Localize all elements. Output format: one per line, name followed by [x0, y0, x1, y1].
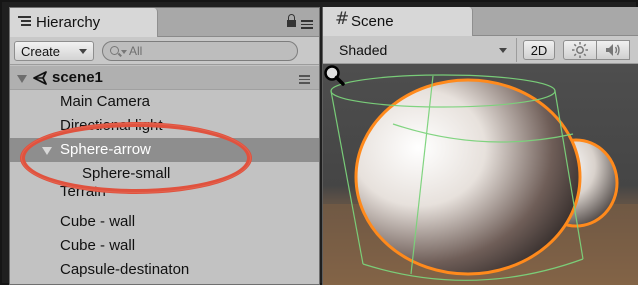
tab-hierarchy[interactable]: Hierarchy [10, 8, 158, 38]
panel-menu-icon[interactable] [301, 20, 313, 29]
unity-scene-icon [33, 71, 47, 85]
foldout-expanded-icon[interactable] [42, 147, 52, 155]
search-input[interactable] [129, 43, 289, 59]
list-item-label: Terrain [60, 186, 106, 200]
search-field[interactable] [102, 41, 298, 61]
scene-render [323, 64, 638, 285]
search-filter-dropdown-icon[interactable] [121, 50, 127, 54]
hierarchy-tree: scene1 Main Camera Directional light Sph… [10, 66, 319, 282]
scene-tabbar: # Scene [323, 7, 638, 37]
mode-2d-label: 2D [530, 43, 548, 58]
sun-icon [572, 42, 588, 58]
list-item-label: Main Camera [60, 93, 151, 110]
list-item-label: Cube - wall [60, 237, 136, 254]
create-button-label: Create [21, 44, 61, 59]
lighting-toggle[interactable] [563, 40, 597, 60]
list-item-label: Sphere-small [82, 165, 171, 182]
hierarchy-icon [18, 16, 31, 27]
scene-toolbar: Shaded 2D [323, 36, 638, 64]
create-dropdown-button[interactable]: Create [14, 41, 94, 61]
hierarchy-item-sphere-small[interactable]: Sphere-small [10, 162, 319, 186]
chevron-down-icon [79, 49, 87, 54]
hierarchy-tabbar: Hierarchy [10, 8, 319, 38]
mode-2d-toggle[interactable]: 2D [523, 40, 555, 60]
scene-menu-icon[interactable] [299, 75, 310, 84]
search-icon [110, 46, 119, 55]
hierarchy-item-capsule-destinaton[interactable]: Capsule-destinaton [10, 258, 319, 282]
foldout-expanded-icon[interactable] [17, 75, 27, 83]
scene-viewport[interactable] [323, 64, 638, 285]
audio-toggle[interactable] [596, 40, 630, 60]
list-item-label: Capsule-destinaton [60, 261, 190, 278]
editor-window: Hierarchy Create scen [0, 0, 638, 285]
list-item-label: Cube - wall [60, 213, 136, 230]
hierarchy-item-terrain[interactable]: Terrain [10, 186, 319, 210]
hierarchy-tab-label: Hierarchy [36, 14, 101, 31]
scene-tab-label: Scene [351, 13, 394, 30]
hierarchy-toolbar: Create [10, 37, 319, 65]
list-item-label: Sphere-arrow [60, 141, 151, 158]
hierarchy-item-sphere-arrow[interactable]: Sphere-arrow [10, 138, 319, 162]
hierarchy-panel: Hierarchy Create scen [9, 7, 320, 285]
hash-icon: # [335, 9, 350, 29]
scene-panel: # Scene Shaded 2D [322, 7, 638, 285]
magnifier-icon[interactable] [323, 64, 345, 86]
scene-root-row[interactable]: scene1 [10, 66, 319, 90]
shading-mode-dropdown[interactable]: Shaded [323, 38, 517, 62]
hierarchy-item-cube-wall[interactable]: Cube - wall [10, 210, 319, 234]
speaker-icon [606, 44, 620, 56]
tab-scene[interactable]: # Scene [323, 7, 473, 37]
hierarchy-item-directional-light[interactable]: Directional light [10, 114, 319, 138]
lock-icon[interactable] [287, 14, 296, 27]
chevron-down-icon [499, 48, 507, 53]
shading-mode-value: Shaded [339, 42, 388, 58]
list-item-label: Directional light [60, 117, 163, 134]
hierarchy-item-main-camera[interactable]: Main Camera [10, 90, 319, 114]
hierarchy-item-cube-wall[interactable]: Cube - wall [10, 234, 319, 258]
scene-name: scene1 [52, 69, 103, 86]
